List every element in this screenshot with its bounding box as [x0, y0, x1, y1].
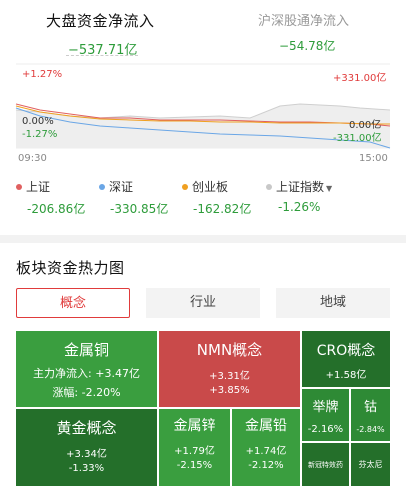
heat-tile-name: CRO概念: [316, 343, 376, 359]
heat-tile-change: -2.16%: [307, 424, 344, 435]
chart-right-top: +331.00亿: [333, 73, 387, 84]
heat-tile-gold[interactable]: 黄金概念 +3.34亿 -1.33%: [16, 409, 157, 486]
chart-legend: 上证 -206.86亿 深证 -330.85亿 创业板 -162.82亿 上证指…: [0, 178, 406, 218]
tab-market-inflow-title: 大盘资金净流入: [46, 12, 155, 30]
heat-tile-name: 钴: [363, 400, 377, 415]
legend-cyb[interactable]: 创业板: [182, 178, 228, 195]
heat-tile-lead[interactable]: 金属铅 +1.74亿 -2.12%: [232, 409, 300, 486]
section-title: 板块资金热力图: [16, 259, 125, 277]
heat-tile-name: 黄金概念: [56, 419, 117, 437]
legend-sz-dot: [99, 183, 105, 190]
heat-tile-name: 举牌: [312, 400, 339, 415]
legend-sh-label: 上证: [26, 180, 51, 194]
inflow-chart[interactable]: +1.27% 0.00% -1.27% +331.00亿 0.00亿 -331.…: [0, 60, 406, 172]
legend-sz-label: 深证: [109, 180, 134, 194]
heat-tile-name: NMN概念: [196, 341, 263, 359]
chart-left-bottom: -1.27%: [22, 129, 58, 140]
heat-tile-covid-drug[interactable]: 新冠特效药: [302, 443, 349, 486]
heat-tile-change: +3.85%: [209, 385, 250, 396]
legend-sh-value: -206.86亿: [27, 202, 86, 216]
tab-concept[interactable]: 概念: [16, 288, 130, 318]
heat-tile-fentanyl[interactable]: 芬太尼: [351, 443, 390, 486]
legend-sh-dot: [16, 183, 22, 190]
heat-tile-inflow: +3.34亿: [66, 449, 107, 460]
section-divider: [0, 235, 406, 243]
heat-tile-zinc[interactable]: 金属锌 +1.79亿 -2.15%: [159, 409, 230, 486]
tab-underline: [66, 55, 138, 56]
heat-tile-change: -2.84%: [356, 425, 385, 434]
legend-cyb-value: -162.82亿: [193, 202, 252, 216]
heat-tile-inflow: +1.79亿: [174, 446, 215, 457]
heat-tile-inflow: +1.58亿: [325, 370, 367, 381]
tab-region[interactable]: 地域: [276, 288, 390, 318]
legend-cyb-dot: [182, 183, 188, 190]
legend-sh[interactable]: 上证: [16, 178, 50, 195]
legend-sz[interactable]: 深证: [99, 178, 133, 195]
chart-left-top: +1.27%: [22, 69, 63, 80]
tab-hs-connect-title: 沪深股通净流入: [258, 14, 350, 29]
chart-right-bottom: -331.00亿: [333, 133, 382, 144]
legend-sh-index-value: -1.26%: [278, 200, 321, 214]
legend-sz-value: -330.85亿: [110, 202, 169, 216]
tab-market-inflow[interactable]: 大盘资金净流入 −537.71亿: [46, 10, 166, 58]
heat-tile-cobalt[interactable]: 钴 -2.84%: [351, 389, 390, 441]
top-tabs: 大盘资金净流入 −537.71亿 沪深股通净流入 −54.78亿: [0, 10, 406, 58]
heat-tile-change: 涨幅: -2.20%: [52, 386, 121, 399]
heat-tile-name: 新冠特效药: [308, 461, 343, 469]
legend-sh-index-label: 上证指数: [276, 180, 325, 194]
legend-cyb-label: 创业板: [192, 180, 229, 194]
tab-hs-connect[interactable]: 沪深股通净流入 −54.78亿: [258, 10, 358, 53]
chart-time-end: 15:00: [359, 153, 388, 164]
heat-tile-inflow: +1.74亿: [245, 446, 287, 457]
heat-tile-nmn[interactable]: NMN概念 +3.31亿 +3.85%: [159, 331, 300, 407]
heat-tile-change: -2.15%: [176, 460, 213, 471]
chevron-down-icon[interactable]: ▼: [326, 184, 332, 193]
chart-left-mid: 0.00%: [22, 116, 54, 127]
heat-tile-inflow: 主力净流入: +3.47亿: [33, 367, 140, 380]
heat-tile-name: 芬太尼: [358, 460, 383, 469]
legend-sh-index-dot: [266, 183, 272, 190]
heat-tile-change: -2.12%: [248, 460, 284, 471]
heat-tile-name: 金属铜: [63, 341, 109, 359]
heat-tile-placard[interactable]: 举牌 -2.16%: [302, 389, 349, 441]
tab-hs-connect-value: −54.78亿: [279, 39, 336, 53]
heat-tile-copper[interactable]: 金属铜 主力净流入: +3.47亿 涨幅: -2.20%: [16, 331, 157, 407]
heat-tile-name: 金属锌: [173, 418, 216, 434]
heat-tile-inflow: +3.31亿: [209, 371, 250, 382]
tab-industry[interactable]: 行业: [146, 288, 260, 318]
heat-tile-cro[interactable]: CRO概念 +1.58亿: [302, 331, 390, 387]
heat-tile-name: 金属铅: [245, 418, 287, 434]
legend-sh-index[interactable]: 上证指数 ▼: [266, 178, 332, 195]
heat-tile-change: -1.33%: [68, 463, 105, 474]
chart-time-start: 09:30: [18, 153, 47, 164]
